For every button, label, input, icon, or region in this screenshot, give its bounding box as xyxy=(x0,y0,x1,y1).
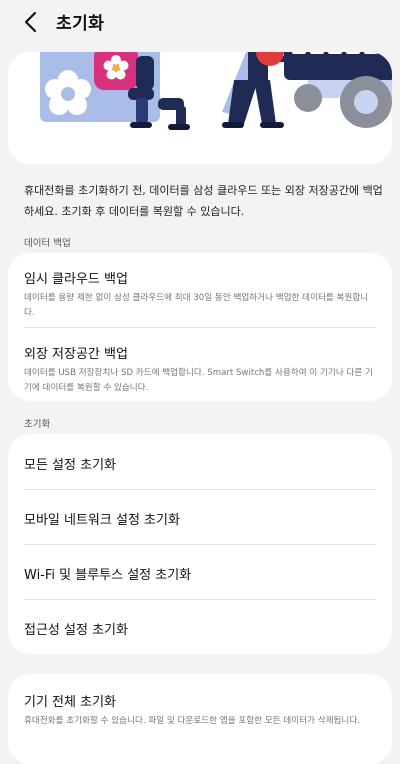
illustration-card xyxy=(8,52,392,164)
divider xyxy=(24,489,376,490)
external-storage-backup-item[interactable]: 외장 저장공간 백업 데이터를 USB 저장장치나 SD 카드에 백업합니다. … xyxy=(24,343,376,396)
reset-description: 휴대전화를 초기화하기 전, 데이터를 삼성 클라우드 또는 외장 저장공간에 … xyxy=(24,184,383,218)
section-label-reset: 초기화 xyxy=(24,419,51,430)
item-subtitle: 데이터를 USB 저장장치나 SD 카드에 백업합니다. Smart Switc… xyxy=(24,368,373,393)
top-bar: 초기화 xyxy=(0,0,400,44)
reset-card: 모든 설정 초기화 모바일 네트워크 설정 초기화 Wi-Fi 및 블루투스 설… xyxy=(8,434,392,654)
item-subtitle: 휴대전화를 초기화할 수 있습니다. 파일 및 다운로드한 앱을 포함한 모든 … xyxy=(24,716,360,726)
item-title: 기기 전체 초기화 xyxy=(24,695,116,710)
divider xyxy=(24,544,376,545)
back-arrow-icon[interactable] xyxy=(20,10,42,34)
person-figure-right xyxy=(222,52,292,128)
reset-illustration xyxy=(40,52,392,130)
temporary-cloud-backup-item[interactable]: 임시 클라우드 백업 데이터를 용량 제한 없이 삼성 클라우드에 최대 30일… xyxy=(24,268,376,321)
item-title: 외장 저장공간 백업 xyxy=(24,347,128,362)
item-subtitle: 데이터를 용량 제한 없이 삼성 클라우드에 최대 30일 동안 백업하거나 백… xyxy=(24,293,369,318)
factory-reset-item[interactable]: 기기 전체 초기화 휴대전화를 초기화할 수 있습니다. 파일 및 다운로드한 … xyxy=(24,691,376,729)
reset-accessibility-settings-item[interactable]: 접근성 설정 초기화 xyxy=(24,619,128,638)
item-title: 임시 클라우드 백업 xyxy=(24,272,128,287)
reset-wifi-bluetooth-settings-item[interactable]: Wi-Fi 및 블루투스 설정 초기화 xyxy=(24,564,191,583)
section-label-backup: 데이터 백업 xyxy=(24,238,71,249)
page-title: 초기화 xyxy=(56,14,105,34)
backup-card: 임시 클라우드 백업 데이터를 용량 제한 없이 삼성 클라우드에 최대 30일… xyxy=(8,253,392,401)
divider xyxy=(24,327,376,328)
factory-reset-card: 기기 전체 초기화 휴대전화를 초기화할 수 있습니다. 파일 및 다운로드한 … xyxy=(8,674,392,764)
reset-all-settings-item[interactable]: 모든 설정 초기화 xyxy=(24,454,116,473)
reset-mobile-network-settings-item[interactable]: 모바일 네트워크 설정 초기화 xyxy=(24,509,180,528)
divider xyxy=(24,599,376,600)
truck-illustration xyxy=(284,52,392,128)
